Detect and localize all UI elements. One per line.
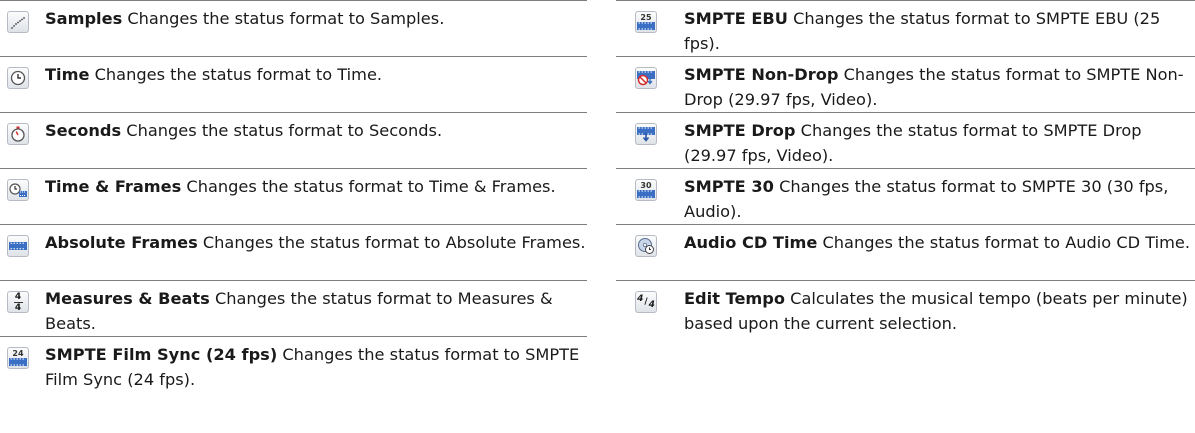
fraction-top: 4 (14, 291, 22, 302)
time-frames-icon (7, 179, 29, 201)
smpte-non-drop-icon (635, 67, 657, 89)
item-description: Changes the status format to Audio CD Ti… (822, 233, 1191, 252)
item-term: SMPTE Non-Drop (684, 65, 839, 84)
smpte-30-label: 30 (640, 181, 652, 190)
right-column: 25 SMPTE EBU Changes the status format t… (616, 0, 1195, 336)
fraction-bottom: 4 (14, 302, 22, 313)
item-term: SMPTE EBU (684, 9, 788, 28)
item-term: SMPTE Film Sync (24 fps) (45, 345, 278, 364)
list-item: Samples Changes the status format to Sam… (0, 0, 587, 56)
list-item: 4/4 Edit Tempo Calculates the musical te… (616, 280, 1195, 336)
item-description: Changes the status format to Samples. (127, 9, 445, 28)
item-description: Changes the status format to Seconds. (126, 121, 443, 140)
list-item: SMPTE Non-Drop Changes the status format… (616, 56, 1195, 112)
item-term: SMPTE Drop (684, 121, 796, 140)
list-item: SMPTE Drop Changes the status format to … (616, 112, 1195, 168)
smpte-25-label: 25 (640, 13, 652, 22)
smpte-30-icon: 30 (635, 179, 657, 201)
audio-cd-time-icon (635, 235, 657, 257)
list-item: Audio CD Time Changes the status format … (616, 224, 1195, 280)
tempo-denominator: 4 (648, 300, 655, 310)
item-description: Changes the status format to Time & Fram… (186, 177, 556, 196)
item-term: Time & Frames (45, 177, 182, 196)
list-item: Time & Frames Changes the status format … (0, 168, 587, 224)
item-term: Time (45, 65, 90, 84)
left-column: Samples Changes the status format to Sam… (0, 0, 587, 405)
item-term: Absolute Frames (45, 233, 198, 252)
smpte-drop-icon (635, 123, 657, 145)
item-term: SMPTE 30 (684, 177, 774, 196)
edit-tempo-icon: 4/4 (635, 291, 657, 313)
smpte-24-label: 24 (12, 349, 24, 358)
list-item: Absolute Frames Changes the status forma… (0, 224, 587, 280)
smpte-24-icon: 24 (7, 347, 29, 369)
item-term: Seconds (45, 121, 122, 140)
item-term: Measures & Beats (45, 289, 210, 308)
item-term: Edit Tempo (684, 289, 786, 308)
list-item: Time Changes the status format to Time. (0, 56, 587, 112)
measures-beats-icon: 4 4 (7, 291, 29, 313)
smpte-25-icon: 25 (635, 11, 657, 33)
list-item: 24 SMPTE Film Sync (24 fps) Changes the … (0, 336, 587, 405)
list-item: 30 SMPTE 30 Changes the status format to… (616, 168, 1195, 224)
item-term: Samples (45, 9, 123, 28)
tempo-numerator: 4 (637, 294, 644, 304)
status-format-reference: Samples Changes the status format to Sam… (0, 0, 1195, 433)
item-term: Audio CD Time (684, 233, 818, 252)
list-item: 25 SMPTE EBU Changes the status format t… (616, 0, 1195, 56)
list-item: Seconds Changes the status format to Sec… (0, 112, 587, 168)
samples-icon (7, 11, 29, 33)
item-description: Changes the status format to Absolute Fr… (202, 233, 586, 252)
stopwatch-icon (7, 123, 29, 145)
absolute-frames-icon (7, 235, 29, 257)
item-description: Changes the status format to Time. (94, 65, 383, 84)
list-item: 4 4 Measures & Beats Changes the status … (0, 280, 587, 336)
clock-icon (7, 67, 29, 89)
